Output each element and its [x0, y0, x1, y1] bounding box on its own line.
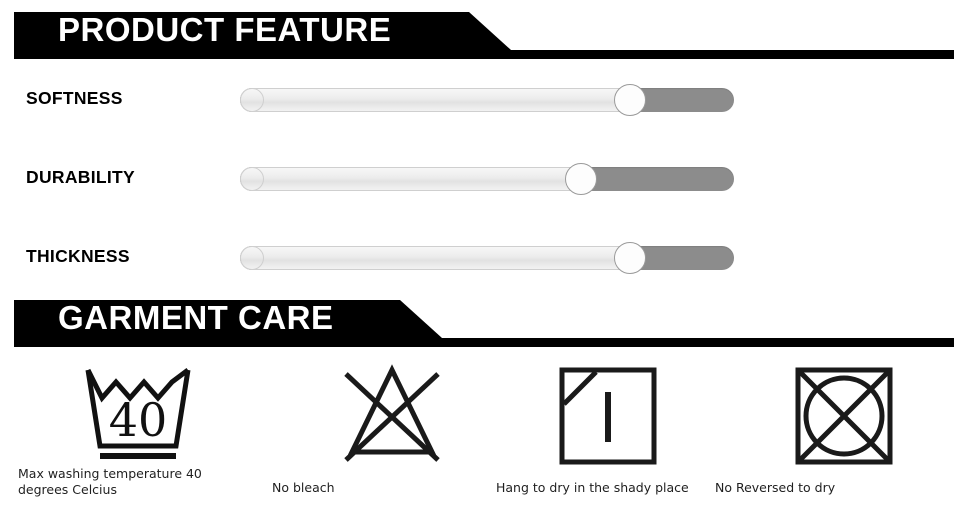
slider-knob-icon[interactable]: [614, 242, 647, 274]
drip-dry-shade-icon: [559, 367, 657, 465]
care-caption-no-reverse-dry: No Reversed to dry: [715, 480, 836, 495]
feature-label-durability: DURABILITY: [26, 167, 135, 187]
care-symbol-wash: 40 Max washing temperature 40 degrees Ce…: [0, 352, 240, 519]
feature-label-softness: SOFTNESS: [26, 88, 123, 108]
slider-knob-icon[interactable]: [614, 84, 647, 116]
product-feature-list: SOFTNESS DURABILITY THICKNESS: [0, 72, 957, 287]
banner-underbar: [14, 338, 954, 347]
wash-tub-40-icon: 40: [85, 368, 191, 459]
care-symbol-hang-dry: Hang to dry in the shady place: [470, 352, 710, 519]
feature-row-softness: SOFTNESS: [0, 72, 957, 132]
slider-thickness[interactable]: [240, 242, 734, 274]
feature-label-thickness: THICKNESS: [26, 246, 130, 266]
slider-fill: [240, 88, 631, 112]
care-symbol-bleach: No bleach: [250, 352, 490, 519]
page-title-product-feature: PRODUCT FEATURE: [58, 11, 392, 48]
page-title-garment-care: GARMENT CARE: [58, 299, 334, 336]
feature-row-durability: DURABILITY: [0, 151, 957, 211]
garment-care-banner: GARMENT CARE: [14, 300, 954, 348]
banner-underbar: [14, 50, 954, 59]
wash-temperature-value: 40: [109, 393, 168, 447]
care-caption-wash: Max washing temperature 40 degrees Celci…: [18, 466, 202, 497]
slider-softness[interactable]: [240, 84, 734, 116]
care-symbol-no-reverse-dry: No Reversed to dry: [700, 352, 940, 519]
slider-fill: [240, 246, 631, 270]
feature-row-thickness: THICKNESS: [0, 230, 957, 290]
no-tumble-dry-icon: [795, 367, 893, 465]
slider-fill: [240, 167, 581, 191]
product-feature-banner: PRODUCT FEATURE: [14, 12, 954, 60]
care-caption-hang-dry: Hang to dry in the shady place: [496, 480, 689, 495]
slider-durability[interactable]: [240, 163, 734, 195]
slider-knob-icon[interactable]: [564, 163, 597, 195]
care-caption-bleach: No bleach: [272, 480, 335, 495]
garment-care-symbol-list: 40 Max washing temperature 40 degrees Ce…: [0, 352, 957, 519]
no-bleach-triangle-icon: [344, 364, 440, 462]
